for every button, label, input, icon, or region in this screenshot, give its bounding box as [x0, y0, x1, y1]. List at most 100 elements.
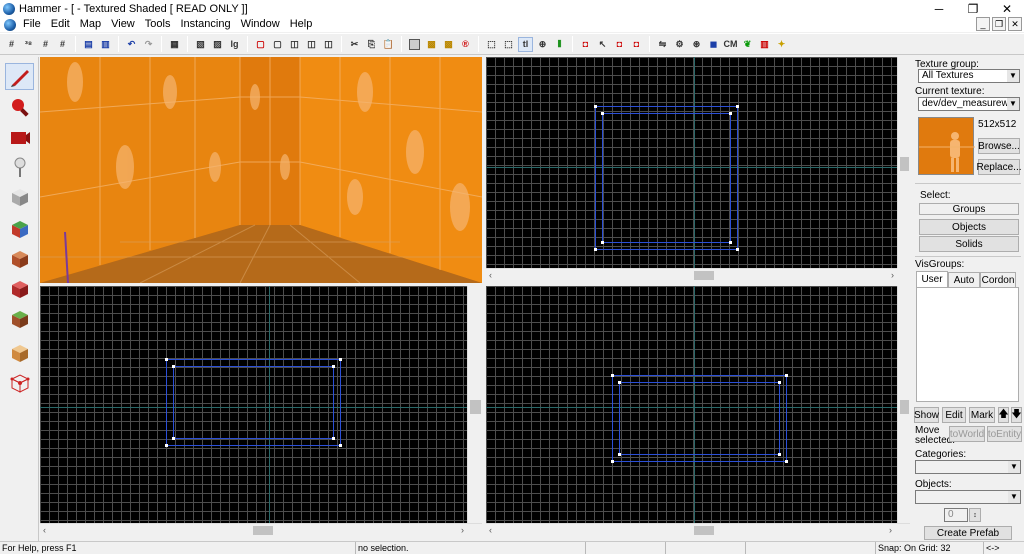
vertex-handle[interactable]	[785, 460, 788, 463]
replace-button[interactable]: Replace...	[976, 159, 1022, 175]
objects-button[interactable]: Objects	[919, 219, 1019, 235]
menu-help[interactable]: Help	[285, 17, 318, 32]
mdi-minimize-button[interactable]: _	[976, 17, 990, 31]
vertex-handle[interactable]	[618, 381, 621, 384]
overlay-tool-icon[interactable]	[5, 305, 34, 332]
lg-button[interactable]: lg	[227, 37, 242, 52]
vertex-handle[interactable]	[785, 374, 788, 377]
maximize-button[interactable]: ❐	[956, 0, 990, 17]
selection-tool-icon[interactable]	[5, 63, 34, 90]
move-down-button[interactable]: 🡇	[1011, 407, 1022, 423]
vertical-scrollbar[interactable]	[467, 286, 482, 523]
hide-unselected-icon[interactable]: ◘	[629, 37, 644, 52]
redo-button[interactable]: ↷	[141, 37, 156, 52]
solids-button[interactable]: Solids	[919, 236, 1019, 252]
select-box-icon[interactable]: ⬚	[484, 37, 499, 52]
texture-application-tool-icon[interactable]	[5, 215, 34, 242]
mdi-restore-button[interactable]: ❐	[992, 17, 1006, 31]
vertical-scrollbar[interactable]	[897, 57, 910, 268]
grid-toggle-button[interactable]: #	[4, 37, 19, 52]
texture-lock-icon[interactable]: ▨	[210, 37, 225, 52]
cube-outline-icon[interactable]: ▢	[270, 37, 285, 52]
vertex-handle[interactable]	[165, 358, 168, 361]
vertex-handle[interactable]	[332, 437, 335, 440]
to-world-button[interactable]: toWorld	[949, 426, 985, 442]
grid-smaller-button[interactable]: #	[38, 37, 53, 52]
scroll-left-icon[interactable]: ‹	[489, 525, 492, 535]
toggle-visgroups-icon[interactable]: ⫴	[552, 37, 567, 52]
ungroup-icon[interactable]: ▥	[98, 37, 113, 52]
build-icon[interactable]: ✦	[774, 37, 789, 52]
move-up-button[interactable]: 🡅	[998, 407, 1009, 423]
quick-hide-icon[interactable]: ◘	[578, 37, 593, 52]
to-entity-button[interactable]: toEntity	[987, 426, 1022, 442]
vertex-handle[interactable]	[594, 105, 597, 108]
mark-button[interactable]: Mark	[969, 407, 995, 423]
entity-tool-icon[interactable]	[5, 153, 34, 180]
texture-group-dropdown[interactable]: All Textures ▼	[918, 69, 1020, 83]
show-button[interactable]: Show	[914, 407, 939, 423]
hollow-icon[interactable]: ▧	[193, 37, 208, 52]
tab-user[interactable]: User	[916, 271, 948, 287]
categories-dropdown[interactable]: ▼	[915, 460, 1021, 474]
menu-instancing[interactable]: Instancing	[175, 17, 235, 32]
copy-icon[interactable]: ⎘	[364, 37, 379, 52]
scrollbar-thumb[interactable]	[694, 526, 714, 535]
vertex-handle[interactable]	[729, 241, 732, 244]
apply-texture-tool-icon[interactable]	[5, 245, 34, 272]
vertex-handle[interactable]	[172, 437, 175, 440]
horizontal-scrollbar[interactable]: ‹ ›	[486, 523, 910, 537]
menu-map[interactable]: Map	[75, 17, 106, 32]
ignore-groups-icon[interactable]: ⊕	[535, 37, 550, 52]
show-helpers-icon[interactable]: ↖	[595, 37, 610, 52]
vertical-scrollbar[interactable]	[897, 286, 910, 523]
vertex-handle[interactable]	[601, 241, 604, 244]
viewport-2d-front[interactable]	[40, 286, 467, 523]
current-texture-dropdown[interactable]: dev/dev_measurewall0 ▼	[918, 97, 1020, 111]
horizontal-scrollbar[interactable]: ‹ ›	[486, 268, 897, 281]
cube-copy-icon[interactable]: ◫	[287, 37, 302, 52]
undo-button[interactable]: ↶	[124, 37, 139, 52]
scroll-right-icon[interactable]: ›	[891, 270, 894, 280]
cube-special-icon[interactable]: ◫	[321, 37, 336, 52]
vertex-handle[interactable]	[778, 453, 781, 456]
browse-button[interactable]: Browse...	[978, 138, 1020, 154]
vertex-handle[interactable]	[172, 365, 175, 368]
edit-button[interactable]: Edit	[942, 407, 966, 423]
hide-selected-icon[interactable]: ◘	[612, 37, 627, 52]
record-icon[interactable]: ®	[458, 37, 473, 52]
viewport-2d-top[interactable]	[486, 57, 897, 268]
menu-view[interactable]: View	[106, 17, 140, 32]
scrollbar-thumb[interactable]	[694, 271, 714, 280]
menu-tools[interactable]: Tools	[140, 17, 176, 32]
grid-3d-button[interactable]: ³⁸	[21, 37, 36, 52]
groups-button[interactable]: Groups	[919, 203, 1019, 215]
scroll-right-icon[interactable]: ›	[889, 525, 892, 535]
cm-button[interactable]: CM	[723, 37, 738, 52]
scrollbar-thumb[interactable]	[470, 400, 481, 414]
tab-cordon[interactable]: Cordon	[980, 272, 1016, 288]
cube-icon[interactable]: ▢	[253, 37, 268, 52]
vertex-handle[interactable]	[339, 444, 342, 447]
scroll-left-icon[interactable]: ‹	[43, 525, 46, 535]
horizontal-scrollbar[interactable]: ‹ ›	[40, 523, 482, 537]
vertex-tool-icon[interactable]	[5, 369, 34, 396]
textured-icon[interactable]: ▩	[441, 37, 456, 52]
visgroups-list[interactable]	[916, 287, 1019, 402]
vertex-handle[interactable]	[165, 444, 168, 447]
vertex-handle[interactable]	[611, 374, 614, 377]
camera-tool-icon[interactable]	[5, 123, 34, 150]
viewport-3d-textured[interactable]	[40, 57, 482, 283]
menu-window[interactable]: Window	[236, 17, 285, 32]
vertex-handle[interactable]	[332, 365, 335, 368]
auto-select-icon[interactable]: ⬚	[501, 37, 516, 52]
vertex-handle[interactable]	[601, 112, 604, 115]
vertex-handle[interactable]	[736, 248, 739, 251]
scrollbar-thumb[interactable]	[253, 526, 273, 535]
check-problems-icon[interactable]: ◼	[706, 37, 721, 52]
clipping-tool-icon[interactable]	[5, 339, 34, 366]
cube-paste-icon[interactable]: ◫	[304, 37, 319, 52]
vertex-handle[interactable]	[736, 105, 739, 108]
vertex-handle[interactable]	[339, 358, 342, 361]
block-tool-icon[interactable]	[5, 183, 34, 210]
